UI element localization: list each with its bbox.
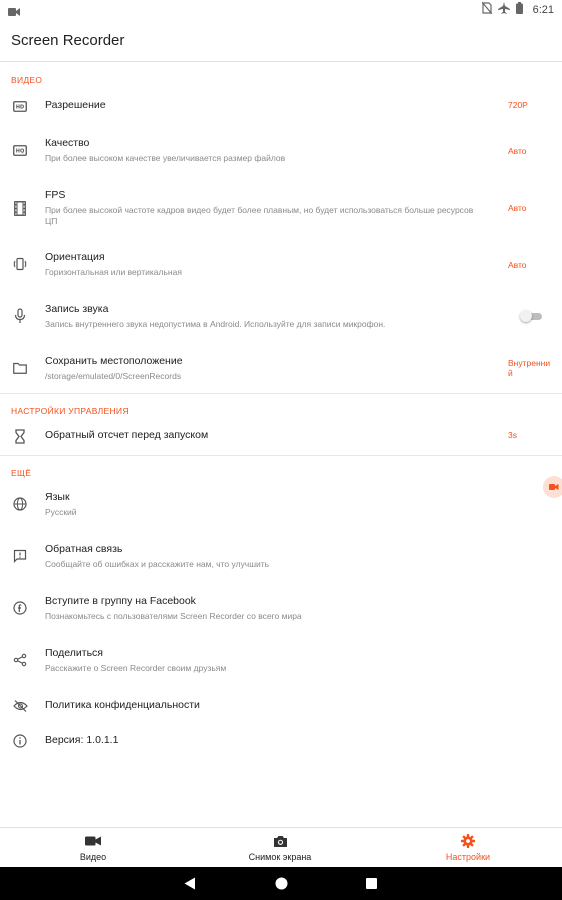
setting-subtitle: При более высокой частоте кадров видео б… bbox=[45, 205, 474, 226]
audio-toggle[interactable] bbox=[520, 310, 542, 322]
nav-item-video[interactable]: Видео bbox=[33, 828, 153, 868]
floating-record-button[interactable] bbox=[543, 476, 562, 498]
app-bar: Screen Recorder bbox=[0, 20, 562, 62]
setting-fps[interactable]: FPS При более высокой частоте кадров вид… bbox=[0, 181, 562, 235]
nav-item-screenshot[interactable]: Снимок экрана bbox=[220, 828, 340, 868]
home-icon[interactable] bbox=[274, 876, 288, 890]
video-camera-icon bbox=[549, 478, 559, 496]
globe-icon bbox=[11, 495, 29, 513]
no-sim-icon bbox=[481, 1, 493, 19]
status-bar: 6:21 bbox=[0, 0, 562, 20]
hourglass-icon bbox=[11, 427, 29, 445]
feedback-icon bbox=[11, 547, 29, 565]
setting-subtitle: /storage/emulated/0/ScreenRecords bbox=[45, 371, 182, 381]
setting-facebook[interactable]: Вступите в группу на Facebook Познакомьт… bbox=[0, 587, 562, 629]
setting-audio[interactable]: Запись звука Запись внутреннего звука не… bbox=[0, 295, 562, 337]
hd-icon: HD bbox=[11, 97, 29, 115]
folder-icon bbox=[11, 359, 29, 377]
battery-icon bbox=[515, 1, 523, 19]
setting-title: Запись звука bbox=[45, 303, 109, 315]
setting-title: Качество bbox=[45, 137, 90, 149]
setting-subtitle: Сообщайте об ошибках и расскажите нам, ч… bbox=[45, 559, 270, 569]
setting-title: Ориентация bbox=[45, 251, 105, 263]
setting-language[interactable]: Язык Русский bbox=[0, 483, 562, 525]
settings-list: ВИДЕО HD Разрешение 720P HQ Качество При… bbox=[0, 63, 562, 827]
nav-label: Настройки bbox=[445, 852, 491, 862]
nav-label: Видео bbox=[79, 852, 107, 862]
setting-title: Поделиться bbox=[45, 647, 103, 659]
setting-value: Авто bbox=[508, 260, 527, 270]
setting-subtitle: Расскажите о Screen Recorder своим друзь… bbox=[45, 663, 227, 673]
setting-title: Язык bbox=[45, 491, 70, 503]
svg-text:HQ: HQ bbox=[16, 148, 24, 154]
nav-label: Снимок экрана bbox=[248, 852, 312, 862]
setting-subtitle: Познакомьтесь с пользователями Screen Re… bbox=[45, 611, 302, 621]
setting-value: Внутренний bbox=[508, 358, 551, 378]
setting-title: Разрешение bbox=[45, 99, 106, 111]
setting-resolution[interactable]: HD Разрешение 720P bbox=[0, 89, 562, 121]
facebook-icon bbox=[11, 599, 29, 617]
setting-countdown[interactable]: Обратный отсчет перед запуском 3s bbox=[0, 419, 562, 453]
info-icon bbox=[11, 732, 29, 750]
gear-icon bbox=[460, 834, 476, 848]
setting-version: Версия: 1.0.1.1 bbox=[0, 725, 562, 757]
setting-title: Обратный отсчет перед запуском bbox=[45, 429, 209, 441]
eye-off-icon bbox=[11, 697, 29, 715]
section-header-video: ВИДЕО bbox=[11, 75, 43, 85]
section-header-controls: НАСТРОЙКИ УПРАВЛЕНИЯ bbox=[11, 406, 129, 416]
setting-share[interactable]: Поделиться Расскажите о Screen Recorder … bbox=[0, 639, 562, 681]
setting-title: Версия: 1.0.1.1 bbox=[45, 734, 119, 746]
section-divider bbox=[0, 455, 562, 456]
recents-icon[interactable] bbox=[364, 876, 378, 890]
microphone-icon bbox=[11, 307, 29, 325]
setting-title: Политика конфиденциальности bbox=[45, 699, 200, 711]
page-title: Screen Recorder bbox=[11, 32, 125, 49]
setting-value: 720P bbox=[508, 100, 528, 110]
screen-rotation-icon bbox=[11, 255, 29, 273]
setting-quality[interactable]: HQ Качество При более высоком качестве у… bbox=[0, 129, 562, 171]
video-camera-icon bbox=[8, 4, 20, 16]
section-header-more: ЕЩЁ bbox=[11, 468, 32, 478]
nav-item-settings[interactable]: Настройки bbox=[408, 828, 528, 868]
share-icon bbox=[11, 651, 29, 669]
section-divider bbox=[0, 393, 562, 394]
setting-value: Авто bbox=[508, 203, 527, 213]
bottom-navigation: Видео Снимок экрана Настройки bbox=[0, 827, 562, 867]
setting-title: FPS bbox=[45, 189, 66, 201]
setting-value: Авто bbox=[508, 146, 527, 156]
airplane-icon bbox=[497, 1, 510, 19]
back-icon[interactable] bbox=[183, 876, 197, 890]
film-strip-icon bbox=[11, 199, 29, 217]
system-navigation-bar bbox=[0, 867, 562, 900]
video-camera-icon bbox=[85, 834, 101, 848]
toggle-thumb bbox=[520, 310, 532, 322]
camera-icon bbox=[272, 834, 288, 848]
setting-subtitle: Горизонтальная или вертикальная bbox=[45, 267, 182, 277]
setting-subtitle: Русский bbox=[45, 507, 77, 517]
setting-value: 3s bbox=[508, 430, 517, 440]
hq-icon: HQ bbox=[11, 141, 29, 159]
svg-text:HD: HD bbox=[16, 104, 24, 110]
setting-subtitle: Запись внутреннего звука недопустима в A… bbox=[45, 319, 386, 329]
setting-privacy[interactable]: Политика конфиденциальности bbox=[0, 690, 562, 722]
status-time: 6:21 bbox=[532, 4, 554, 16]
setting-subtitle: При более высоком качестве увеличивается… bbox=[45, 153, 286, 163]
setting-title: Обратная связь bbox=[45, 543, 123, 555]
setting-title: Сохранить местоположение bbox=[45, 355, 183, 367]
setting-location[interactable]: Сохранить местоположение /storage/emulat… bbox=[0, 347, 562, 389]
setting-title: Вступите в группу на Facebook bbox=[45, 595, 196, 607]
setting-orientation[interactable]: Ориентация Горизонтальная или вертикальн… bbox=[0, 243, 562, 285]
setting-feedback[interactable]: Обратная связь Сообщайте об ошибках и ра… bbox=[0, 535, 562, 577]
